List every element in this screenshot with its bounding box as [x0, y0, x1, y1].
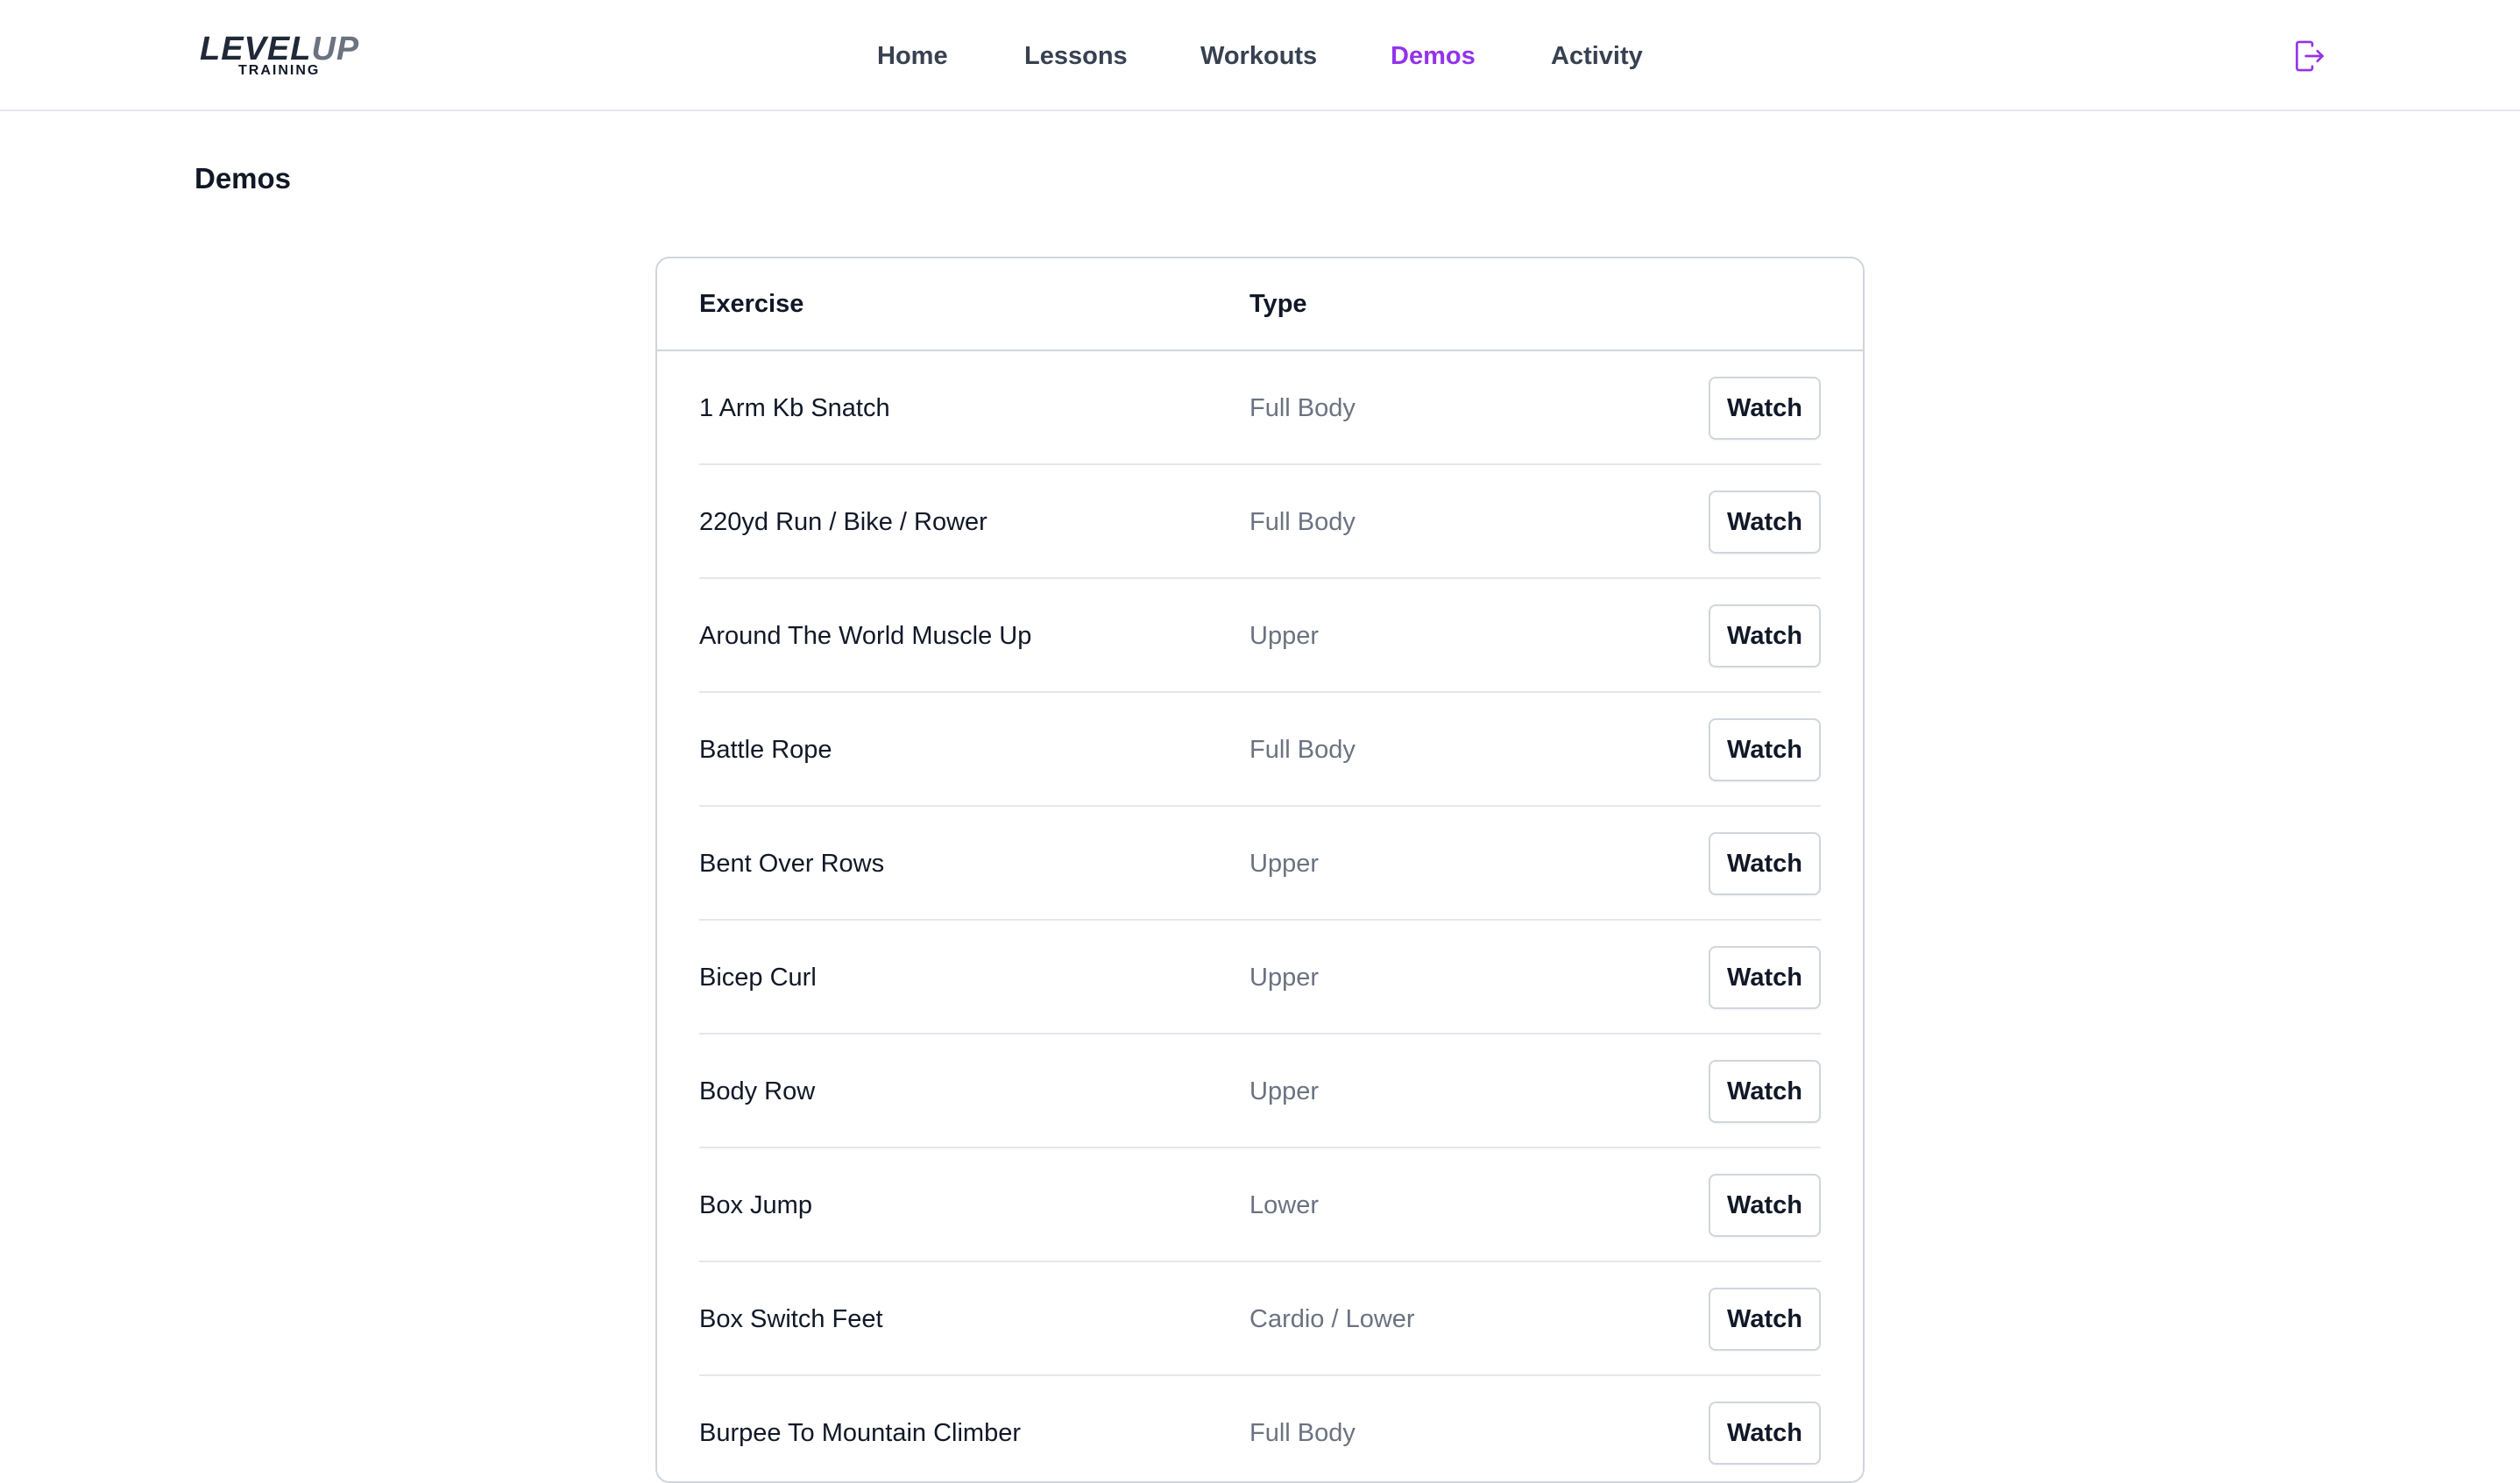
- logout-icon: [2296, 40, 2324, 72]
- top-header: LEVELUP TRAINING Home Lessons Workouts D…: [0, 0, 2520, 111]
- watch-button[interactable]: Watch: [1709, 377, 1821, 440]
- exercise-name: 1 Arm Kb Snatch: [699, 394, 890, 422]
- watch-button[interactable]: Watch: [1709, 946, 1821, 1009]
- exercise-type: Cardio / Lower: [1249, 1305, 1415, 1333]
- watch-button[interactable]: Watch: [1709, 1060, 1821, 1123]
- main-nav: Home Lessons Workouts Demos Activity: [0, 0, 2520, 111]
- watch-button[interactable]: Watch: [1709, 832, 1821, 895]
- exercise-name: Bicep Curl: [699, 964, 817, 992]
- table-row: 1 Arm Kb Snatch Full Body Watch: [699, 351, 1821, 465]
- exercise-name: Around The World Muscle Up: [699, 622, 1032, 650]
- page-title: Demos: [195, 162, 292, 194]
- exercise-name: Bent Over Rows: [699, 850, 885, 878]
- table-header: Exercise Type: [657, 258, 1863, 351]
- nav-demos[interactable]: Demos: [1391, 39, 1476, 74]
- exercise-name: Box Switch Feet: [699, 1305, 883, 1333]
- table-row: Bent Over Rows Upper Watch: [699, 807, 1821, 921]
- exercise-name: Burpee To Mountain Climber: [699, 1419, 1021, 1447]
- watch-button[interactable]: Watch: [1709, 718, 1821, 781]
- table-row: Bicep Curl Upper Watch: [699, 921, 1821, 1035]
- table-row: Body Row Upper Watch: [699, 1035, 1821, 1148]
- exercise-type: Upper: [1249, 1077, 1319, 1105]
- exercise-type: Upper: [1249, 622, 1319, 650]
- nav-workouts[interactable]: Workouts: [1200, 39, 1317, 74]
- table-row: Burpee To Mountain Climber Full Body Watch: [699, 1376, 1821, 1481]
- watch-button[interactable]: Watch: [1709, 1174, 1821, 1237]
- exercise-type: Full Body: [1249, 1419, 1356, 1447]
- nav-activity[interactable]: Activity: [1551, 39, 1643, 74]
- watch-button[interactable]: Watch: [1709, 1402, 1821, 1465]
- exercise-name: Box Jump: [699, 1191, 812, 1219]
- table-row: 220yd Run / Bike / Rower Full Body Watch: [699, 465, 1821, 579]
- table-row: Box Jump Lower Watch: [699, 1148, 1821, 1262]
- nav-lessons[interactable]: Lessons: [1024, 39, 1128, 74]
- exercise-type: Full Body: [1249, 508, 1356, 536]
- table-row: Battle Rope Full Body Watch: [699, 693, 1821, 807]
- exercise-name: Body Row: [699, 1077, 816, 1105]
- exercise-type: Full Body: [1249, 394, 1356, 422]
- exercise-type: Lower: [1249, 1191, 1319, 1219]
- exercise-type: Full Body: [1249, 736, 1356, 764]
- exercise-name: Battle Rope: [699, 736, 832, 764]
- table-row: Around The World Muscle Up Upper Watch: [699, 579, 1821, 693]
- column-header-exercise: Exercise: [699, 290, 804, 318]
- watch-button[interactable]: Watch: [1709, 1288, 1821, 1351]
- exercise-type: Upper: [1249, 850, 1319, 878]
- logout-button[interactable]: [2289, 39, 2331, 74]
- exercise-type: Upper: [1249, 964, 1319, 992]
- nav-home[interactable]: Home: [877, 39, 948, 74]
- table-body: 1 Arm Kb Snatch Full Body Watch 220yd Run /…: [657, 351, 1863, 1481]
- column-header-type: Type: [1249, 290, 1307, 318]
- watch-button[interactable]: Watch: [1709, 491, 1821, 554]
- watch-button[interactable]: Watch: [1709, 604, 1821, 667]
- table-row: Box Switch Feet Cardio / Lower Watch: [699, 1262, 1821, 1376]
- demos-table: Exercise Type 1 Arm Kb Snatch Full Body Wa…: [655, 257, 1865, 1483]
- exercise-name: 220yd Run / Bike / Rower: [699, 508, 987, 536]
